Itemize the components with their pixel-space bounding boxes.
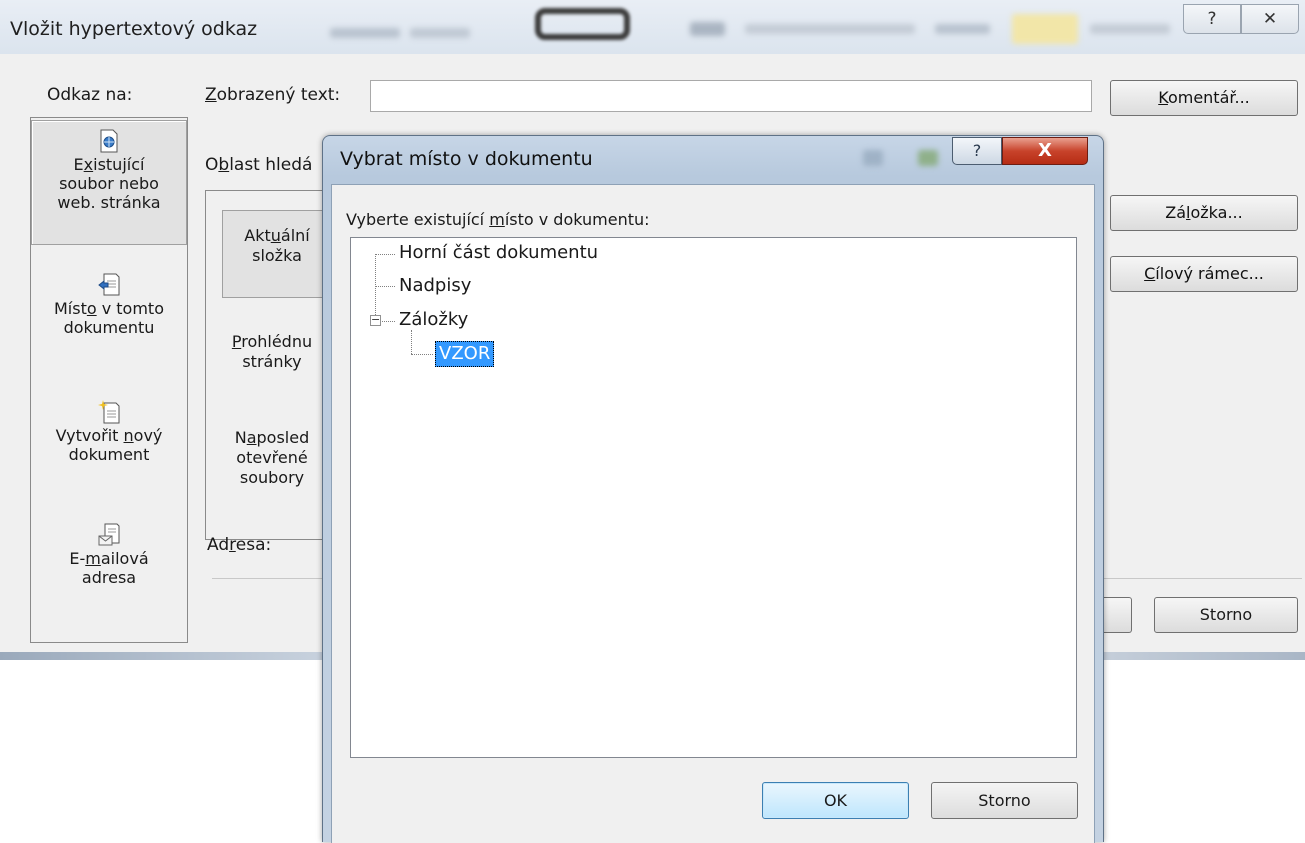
bookmark-button[interactable]: Záložka... (1110, 195, 1298, 231)
blurred-ribbon-highlight (1012, 14, 1078, 44)
link-email-line2: adresa (81, 568, 137, 587)
link-to-label: Odkaz na: (47, 85, 133, 105)
blurred-ribbon-item (330, 28, 400, 38)
link-email-line1: E-mailová (69, 549, 149, 568)
blurred-ribbon-item (935, 24, 990, 34)
blurred-ribbon-item (1090, 24, 1170, 34)
help-button[interactable]: ? (1183, 4, 1241, 34)
blurred-ribbon-shape (535, 8, 630, 40)
search-area-label: Oblast hledá (205, 155, 313, 175)
cancel-button[interactable]: Storno (931, 782, 1078, 819)
tree-connector (411, 330, 412, 354)
tree-node-bookmarks[interactable]: Záložky (399, 309, 468, 331)
tree-node-top-of-document[interactable]: Horní část dokumentu (399, 242, 598, 264)
link-place-line1: Místo v tomto (53, 299, 164, 318)
new-document-icon (98, 400, 120, 424)
link-new-document-button[interactable]: Vytvořit nový dokument (31, 400, 187, 500)
tree-connector (382, 321, 395, 322)
display-text-label: Zobrazený text: (205, 85, 341, 105)
current-folder-button[interactable]: Aktuální složka (222, 210, 332, 298)
target-frame-button[interactable]: Cílový rámec... (1110, 256, 1298, 292)
ok-button[interactable]: OK (762, 782, 909, 819)
link-new-document-line1: Vytvořit nový (55, 426, 163, 445)
address-label: Adresa: (207, 535, 272, 555)
place-close-button[interactable]: X (1002, 137, 1088, 165)
link-existing-file-line2: soubor nebo (59, 174, 159, 193)
place-dialog-title: Vybrat místo v dokumentu (340, 148, 593, 170)
globe-file-icon (100, 129, 118, 153)
close-button[interactable]: ✕ (1241, 4, 1299, 34)
link-email-button[interactable]: E-mailová adresa (31, 523, 187, 623)
select-place-dialog: Vybrat místo v dokumentu ? X Vyberte exi… (322, 135, 1104, 843)
insert-hyperlink-titlebar: Vložit hypertextový odkaz ? ✕ (0, 0, 1305, 54)
blurred-background-item (863, 150, 883, 166)
display-text-input[interactable] (370, 80, 1092, 112)
place-prompt-label: Vyberte existující místo v dokumentu: (346, 210, 650, 229)
place-help-button[interactable]: ? (952, 137, 1002, 165)
blurred-ribbon-item (410, 28, 470, 38)
collapse-icon[interactable]: − (370, 314, 381, 326)
document-place-icon (98, 273, 120, 296)
link-existing-file-line3: web. stránka (57, 193, 161, 212)
tree-node-headings[interactable]: Nadpisy (399, 275, 471, 297)
link-to-bar: Existující soubor nebo web. stránka Míst… (30, 117, 188, 643)
email-icon (98, 523, 120, 546)
browsed-pages-button[interactable]: Prohlédnu stránky (212, 332, 332, 372)
document-place-tree[interactable]: Horní část dokumentu Nadpisy − Záložky V… (350, 237, 1077, 758)
link-place-line2: dokumentu (63, 318, 155, 337)
place-dialog-body: Vyberte existující místo v dokumentu: Ho… (331, 184, 1095, 843)
link-existing-file-line1: Existující (73, 155, 145, 174)
blurred-ribbon-item (690, 22, 725, 36)
blurred-ribbon-item (745, 24, 915, 34)
recent-files-button[interactable]: Naposled otevřené soubory (212, 428, 332, 488)
link-existing-file-button[interactable]: Existující soubor nebo web. stránka (31, 120, 187, 245)
comment-button[interactable]: Komentář... (1110, 80, 1298, 116)
main-cancel-button[interactable]: Storno (1154, 597, 1298, 633)
blurred-background-item (918, 150, 938, 166)
tree-connector (375, 286, 395, 287)
tree-connector (375, 254, 395, 255)
link-place-in-document-button[interactable]: Místo v tomto dokumentu (31, 273, 187, 373)
tree-connector (411, 354, 433, 355)
tree-connector (375, 254, 376, 315)
ok-button-edge[interactable] (1100, 597, 1132, 633)
dialog-title: Vložit hypertextový odkaz (10, 18, 258, 40)
link-new-document-line2: dokument (68, 445, 150, 464)
tree-node-vzor[interactable]: VZOR (435, 341, 495, 367)
